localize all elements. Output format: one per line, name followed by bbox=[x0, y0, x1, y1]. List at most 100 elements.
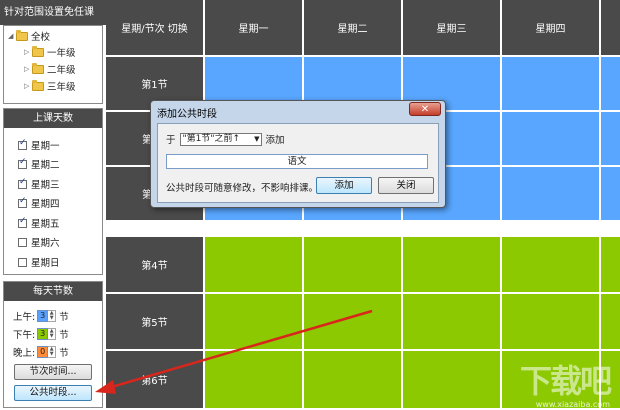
day-checkbox-mon[interactable]: 星期一 bbox=[18, 138, 60, 152]
slot-cell[interactable] bbox=[403, 237, 502, 294]
collapse-icon[interactable]: ◢ bbox=[8, 32, 14, 40]
header-day-2: 星期二 bbox=[304, 0, 403, 57]
slot-cell[interactable] bbox=[403, 294, 502, 351]
expand-icon[interactable]: ▷ bbox=[24, 48, 30, 56]
row-label-period-6: 第6节 bbox=[106, 351, 205, 410]
add-button[interactable]: 添加 bbox=[316, 177, 372, 194]
spin-arrows-icon[interactable]: ▲ ▼ bbox=[48, 327, 57, 340]
tree-node-school[interactable]: ◢ 全校 bbox=[8, 29, 50, 43]
spin-arrows-icon[interactable]: ▲ ▼ bbox=[48, 309, 57, 322]
checkbox-icon[interactable] bbox=[18, 257, 27, 267]
folder-icon bbox=[16, 29, 28, 41]
slot-cell[interactable] bbox=[502, 112, 601, 167]
watermark-logo: 下载吧 bbox=[519, 362, 612, 400]
stepper-value[interactable]: 3 bbox=[37, 327, 49, 340]
slot-cell[interactable] bbox=[601, 294, 620, 351]
day-label: 星期六 bbox=[31, 238, 60, 249]
slot-cell[interactable] bbox=[205, 237, 304, 294]
daily-periods-header: 每天节数 bbox=[4, 282, 102, 301]
row-label-period-5: 第5节 bbox=[106, 294, 205, 351]
period-time-button[interactable]: 节次时间... bbox=[14, 364, 92, 380]
unit-label: 节 bbox=[59, 329, 69, 341]
checkbox-icon[interactable] bbox=[18, 177, 27, 189]
header-day-3: 星期三 bbox=[403, 0, 502, 57]
day-label: 星期四 bbox=[31, 199, 60, 210]
expand-icon[interactable]: ▷ bbox=[24, 65, 30, 73]
day-label: 星期二 bbox=[31, 160, 60, 171]
day-label: 星期一 bbox=[31, 141, 60, 152]
tree-node-grade-2[interactable]: ▷ 二年级 bbox=[24, 62, 76, 76]
afternoon-periods-row: 下午: 3 ▲ ▼ 节 bbox=[13, 326, 69, 341]
period-name-input[interactable]: 语文 bbox=[166, 154, 428, 169]
day-label: 星期三 bbox=[31, 180, 60, 191]
morning-periods-row: 上午: 3 ▲ ▼ 节 bbox=[13, 308, 69, 323]
tree-node-grade-3[interactable]: ▷ 三年级 bbox=[24, 79, 76, 93]
dropdown-arrow-icon[interactable]: ▼ bbox=[254, 134, 259, 145]
slot-cell[interactable] bbox=[601, 167, 620, 222]
unit-label: 节 bbox=[59, 347, 69, 359]
morning-periods-stepper[interactable]: 3 ▲ ▼ bbox=[37, 309, 57, 322]
day-checkbox-sun[interactable]: 星期日 bbox=[18, 255, 60, 269]
checkbox-icon[interactable] bbox=[18, 216, 27, 228]
day-checkbox-fri[interactable]: 星期五 bbox=[18, 216, 60, 230]
stepper-value[interactable]: 0 bbox=[37, 345, 49, 358]
insert-position-row: 于 "第1节"之前↑ ▼ 添加 bbox=[166, 132, 285, 146]
school-days-panel: 上课天数 星期一 星期二 星期三 星期四 星期五 星期六 星期日 bbox=[3, 108, 103, 275]
checkbox-icon[interactable] bbox=[18, 237, 27, 247]
morning-label: 上午: bbox=[13, 311, 36, 323]
scope-header: 针对范围设置免任课 bbox=[0, 0, 106, 25]
checkbox-icon[interactable] bbox=[18, 196, 27, 208]
day-checkbox-wed[interactable]: 星期三 bbox=[18, 177, 60, 191]
day-checkbox-thu[interactable]: 星期四 bbox=[18, 196, 60, 210]
tree-node-label: 三年级 bbox=[47, 82, 76, 93]
dialog-title: 添加公共时段 bbox=[157, 109, 217, 120]
slot-cell[interactable] bbox=[502, 57, 601, 112]
slot-cell[interactable] bbox=[601, 112, 620, 167]
close-button[interactable]: 关闭 bbox=[378, 177, 434, 194]
dialog-body: 于 "第1节"之前↑ ▼ 添加 语文 公共时段可随意修改，不影响排课。 添加 关… bbox=[157, 123, 439, 203]
close-icon[interactable]: ✕ bbox=[409, 102, 441, 116]
day-period-toggle[interactable]: 星期/节次 切换 bbox=[106, 0, 205, 57]
tree-node-grade-1[interactable]: ▷ 一年级 bbox=[24, 45, 76, 59]
afternoon-periods-stepper[interactable]: 3 ▲ ▼ bbox=[37, 327, 57, 340]
watermark-url: www.xiazaiba.com bbox=[535, 400, 610, 409]
slot-cell[interactable] bbox=[601, 237, 620, 294]
expand-icon[interactable]: ▷ bbox=[24, 82, 30, 90]
evening-periods-row: 晚上: 0 ▲ ▼ 节 bbox=[13, 344, 69, 359]
slot-cell[interactable] bbox=[403, 351, 502, 410]
tree-node-label: 一年级 bbox=[47, 48, 76, 59]
slot-cell[interactable] bbox=[502, 167, 601, 222]
checkbox-icon[interactable] bbox=[18, 138, 27, 150]
header-day-4: 星期四 bbox=[502, 0, 601, 57]
tree-node-label: 二年级 bbox=[47, 65, 76, 76]
day-checkbox-tue[interactable]: 星期二 bbox=[18, 157, 60, 171]
slot-cell[interactable] bbox=[304, 237, 403, 294]
dialog-note: 公共时段可随意修改，不影响排课。 bbox=[166, 183, 319, 194]
daily-periods-panel: 每天节数 上午: 3 ▲ ▼ 节 下午: 3 ▲ ▼ 节 晚上: 0 ▲ ▼ 节 节次… bbox=[3, 281, 103, 408]
slot-cell[interactable] bbox=[205, 351, 304, 410]
spin-arrows-icon[interactable]: ▲ ▼ bbox=[48, 345, 57, 358]
slot-cell[interactable] bbox=[502, 294, 601, 351]
folder-icon bbox=[32, 45, 44, 57]
noon-divider bbox=[106, 222, 620, 237]
slot-cell[interactable] bbox=[304, 294, 403, 351]
slot-cell[interactable] bbox=[601, 57, 620, 112]
position-select[interactable]: "第1节"之前↑ ▼ bbox=[179, 132, 262, 146]
public-time-button[interactable]: 公共时段... bbox=[14, 385, 92, 401]
unit-label: 节 bbox=[59, 311, 69, 323]
grade-tree: ◢ 全校 ▷ 一年级 ▷ 二年级 ▷ 三年级 bbox=[3, 25, 103, 104]
stepper-value[interactable]: 3 bbox=[37, 309, 49, 322]
add-public-period-dialog: 添加公共时段 ✕ 于 "第1节"之前↑ ▼ 添加 语文 公共时段可随意修改，不影… bbox=[150, 100, 446, 208]
tree-node-label: 全校 bbox=[31, 32, 51, 43]
school-days-header: 上课天数 bbox=[4, 109, 102, 128]
day-label: 星期日 bbox=[31, 258, 60, 269]
header-day-1: 星期一 bbox=[205, 0, 304, 57]
slot-cell[interactable] bbox=[304, 351, 403, 410]
day-checkbox-sat[interactable]: 星期六 bbox=[18, 235, 60, 249]
evening-periods-stepper[interactable]: 0 ▲ ▼ bbox=[37, 345, 57, 358]
slot-cell[interactable] bbox=[205, 294, 304, 351]
row-label-period-4: 第4节 bbox=[106, 237, 205, 294]
select-value: "第1节"之前↑ bbox=[182, 133, 241, 144]
checkbox-icon[interactable] bbox=[18, 157, 27, 169]
slot-cell[interactable] bbox=[502, 237, 601, 294]
